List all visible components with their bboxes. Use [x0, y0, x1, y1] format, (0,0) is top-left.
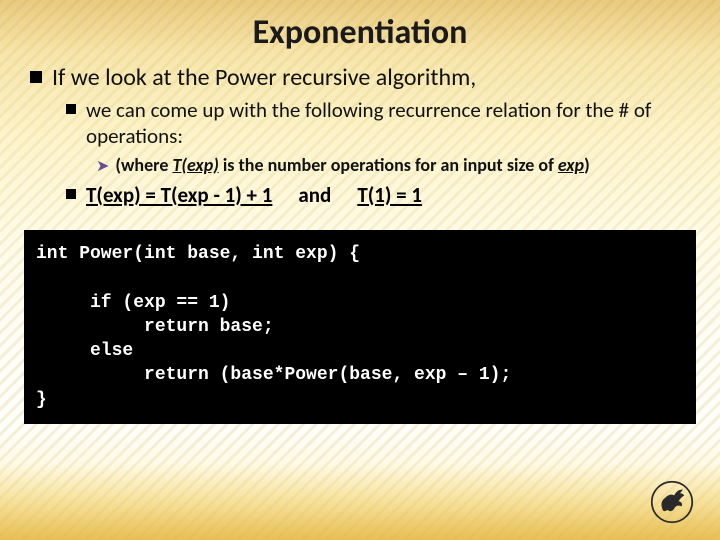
- l3-post: ): [584, 154, 590, 176]
- l3-mid: is the number operations for an input si…: [219, 154, 558, 176]
- arrow-right-icon: ➤: [96, 156, 109, 176]
- recur-left: T(exp) = T(exp - 1) + 1: [86, 182, 272, 208]
- bullet-square-icon: [66, 189, 76, 199]
- slide-content: Exponentiation If we look at the Power r…: [0, 0, 720, 424]
- code-block: int Power(int base, int exp) { if (exp =…: [24, 230, 696, 424]
- bullet-l2-text: we can come up with the following recurr…: [86, 97, 696, 150]
- recur-and: and: [272, 182, 357, 208]
- recurrence-line: T(exp) = T(exp - 1) + 1andT(1) = 1: [86, 182, 422, 208]
- bullet-square-icon: [30, 71, 42, 83]
- slide-title: Exponentiation: [24, 12, 696, 53]
- l3-texp: T(exp): [172, 154, 218, 176]
- bullet-l3-text: (where T(exp) is the number operations f…: [115, 154, 589, 177]
- bullet-l1-text: If we look at the Power recursive algori…: [52, 63, 476, 93]
- pegasus-logo-icon: [650, 480, 694, 524]
- bullet-list: If we look at the Power recursive algori…: [24, 63, 696, 208]
- recur-right: T(1) = 1: [357, 182, 422, 208]
- l3-exp: exp: [558, 154, 584, 176]
- background-bottom-fade: [0, 430, 720, 540]
- bullet-square-icon: [66, 104, 76, 114]
- l3-pre: (where: [115, 154, 172, 176]
